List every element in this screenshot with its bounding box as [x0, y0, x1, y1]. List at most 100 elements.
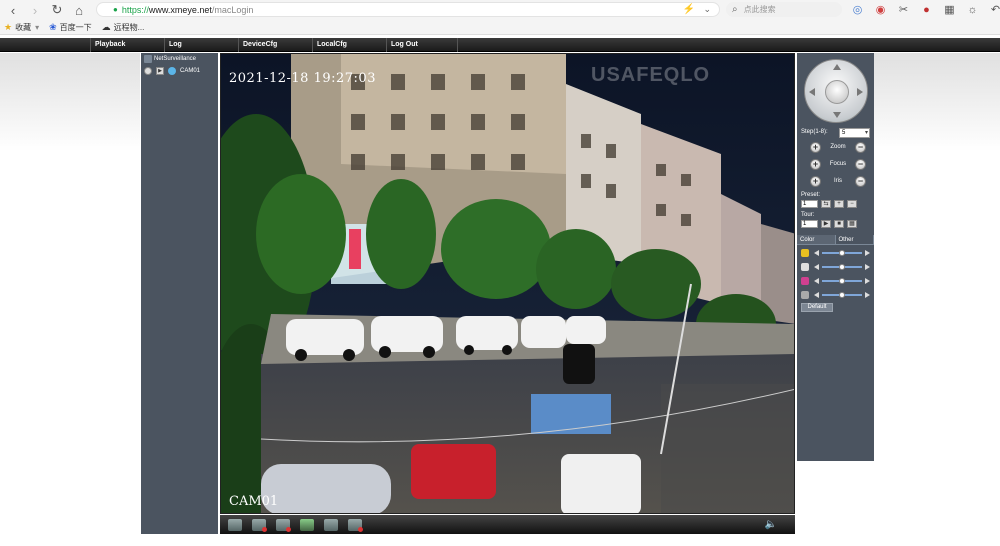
- search-placeholder: 点此搜索: [743, 5, 776, 14]
- back-icon[interactable]: ‹: [2, 1, 24, 19]
- ptz-center-button[interactable]: [825, 80, 849, 104]
- contrast-icon: [801, 263, 809, 271]
- contrast-slider[interactable]: [801, 262, 871, 272]
- record-all-icon[interactable]: [324, 518, 338, 531]
- record-icon[interactable]: [144, 67, 152, 75]
- step-value: 5: [842, 130, 846, 136]
- zoom-out-button[interactable]: −: [855, 141, 866, 153]
- zoom-label: Zoom: [830, 144, 846, 150]
- bookmark-label: 收藏: [15, 22, 32, 32]
- snapshot-icon[interactable]: [300, 518, 314, 531]
- increase-icon[interactable]: [865, 264, 870, 270]
- iris-close-button[interactable]: −: [855, 175, 866, 187]
- tree-root[interactable]: NetSurveillance: [144, 55, 196, 63]
- osd-timestamp: 2021-12-18 19:27:03: [229, 71, 376, 86]
- hue-slider[interactable]: [801, 290, 871, 300]
- game-icon[interactable]: ◉: [873, 2, 888, 17]
- tree-camera-label: CAM01: [180, 68, 201, 74]
- brightness-icon: [801, 249, 809, 257]
- translate-icon[interactable]: ◎: [850, 2, 865, 17]
- extension-icon[interactable]: ●: [919, 2, 934, 17]
- brightness-icon[interactable]: ☼: [965, 2, 980, 17]
- menu-logout[interactable]: Log Out: [386, 38, 458, 52]
- close-all-icon[interactable]: [276, 518, 291, 532]
- bookmark-baidu[interactable]: ❀ 百度一下: [49, 22, 92, 33]
- forward-icon[interactable]: ›: [24, 1, 46, 19]
- fullscreen-icon[interactable]: [228, 518, 242, 531]
- hue-icon: [801, 291, 809, 299]
- preset-remove-button[interactable]: −: [847, 200, 857, 208]
- tab-other[interactable]: Other: [835, 235, 874, 245]
- menu-devicecfg[interactable]: DeviceCfg: [238, 38, 310, 52]
- menu-log[interactable]: Log: [164, 38, 236, 52]
- tour-label: Tour:: [801, 212, 815, 218]
- saturation-slider[interactable]: [801, 276, 871, 286]
- focus-label: Focus: [829, 161, 847, 167]
- reload-icon[interactable]: ↻: [46, 1, 68, 19]
- chevron-down-icon: ▾: [864, 130, 868, 136]
- step-select[interactable]: 5 ▾: [839, 128, 870, 138]
- undo-icon[interactable]: ↶: [988, 2, 1000, 17]
- menu-localcfg[interactable]: LocalCfg: [312, 38, 384, 52]
- baidu-paw-icon: ❀: [49, 21, 57, 32]
- preset-add-button[interactable]: +: [834, 200, 844, 208]
- bookmark-remote[interactable]: ☁ 远程物...: [102, 22, 145, 33]
- default-button[interactable]: Default: [801, 303, 833, 312]
- decrease-icon[interactable]: [814, 250, 819, 256]
- increase-icon[interactable]: [865, 278, 870, 284]
- page-background-left: [0, 53, 140, 546]
- search-input[interactable]: ⌕ 点此搜索: [726, 2, 842, 17]
- chevron-down-icon[interactable]: ⌄: [703, 4, 711, 15]
- menu-playback[interactable]: Playback: [90, 38, 162, 52]
- arrow-left-icon[interactable]: [809, 88, 815, 96]
- url-scheme: https://: [121, 4, 149, 15]
- split-view-icon[interactable]: [252, 518, 267, 532]
- play-icon[interactable]: ▶: [156, 67, 164, 75]
- decrease-icon[interactable]: [814, 292, 819, 298]
- increase-icon[interactable]: [865, 250, 870, 256]
- cloud-icon: ☁: [101, 21, 111, 32]
- slider-knob[interactable]: [839, 264, 845, 270]
- increase-icon[interactable]: [865, 292, 870, 298]
- watermark-text: USAFEQLO: [591, 64, 711, 86]
- preset-goto-button[interactable]: ⇆: [821, 200, 831, 208]
- brightness-slider[interactable]: [801, 248, 871, 258]
- camera-image: [221, 54, 794, 513]
- ptz-joystick[interactable]: [804, 59, 868, 123]
- focus-near-button[interactable]: +: [810, 158, 821, 170]
- tour-input[interactable]: 1: [801, 220, 818, 228]
- video-viewport[interactable]: USAFEQLO 2021-12-18 19:27:03 CAM01: [220, 53, 795, 514]
- apps-grid-icon[interactable]: ▦: [942, 2, 957, 17]
- tour-grid-button[interactable]: ▦: [847, 220, 857, 228]
- slider-knob[interactable]: [839, 278, 845, 284]
- decrease-icon[interactable]: [814, 264, 819, 270]
- arrow-right-icon[interactable]: [857, 88, 863, 96]
- tree-camera-item[interactable]: ▶ CAM01: [144, 67, 200, 75]
- arrow-up-icon[interactable]: [833, 64, 841, 70]
- tree-root-label: NetSurveillance: [154, 56, 197, 62]
- preset-input[interactable]: 1: [801, 200, 818, 208]
- slider-knob[interactable]: [839, 250, 845, 256]
- app-menu-bar: Playback Log DeviceCfg LocalCfg Log Out: [0, 38, 1000, 52]
- osd-channel-name: CAM01: [229, 494, 279, 509]
- audio-mute-icon[interactable]: 🔈: [765, 519, 777, 530]
- search-icon: ⌕: [732, 4, 738, 15]
- tour-stop-button[interactable]: ■: [834, 220, 844, 228]
- lightning-icon[interactable]: ⚡: [683, 4, 695, 15]
- tour-play-button[interactable]: ▶: [821, 220, 831, 228]
- scissors-icon[interactable]: ✂: [896, 2, 911, 17]
- decrease-icon[interactable]: [814, 278, 819, 284]
- step-label: Step(1-8):: [801, 129, 828, 135]
- zoom-in-button[interactable]: +: [810, 141, 821, 153]
- preset-label: Preset:: [801, 192, 821, 198]
- arrow-down-icon[interactable]: [833, 112, 841, 118]
- iris-open-button[interactable]: +: [810, 175, 821, 187]
- tab-color[interactable]: Color: [797, 235, 836, 245]
- focus-far-button[interactable]: −: [855, 158, 866, 170]
- address-bar[interactable]: ● https:// www.xmeye.net /macLogin ⚡ ⌄: [96, 2, 720, 17]
- slider-knob[interactable]: [839, 292, 845, 298]
- bookmark-favorites[interactable]: ★ 收藏 ▾: [4, 22, 39, 33]
- stop-record-icon[interactable]: [348, 518, 363, 532]
- home-icon[interactable]: ⌂: [68, 1, 90, 19]
- browser-toolbar: ‹ › ↻ ⌂ ● https:// www.xmeye.net /macLog…: [0, 0, 1000, 20]
